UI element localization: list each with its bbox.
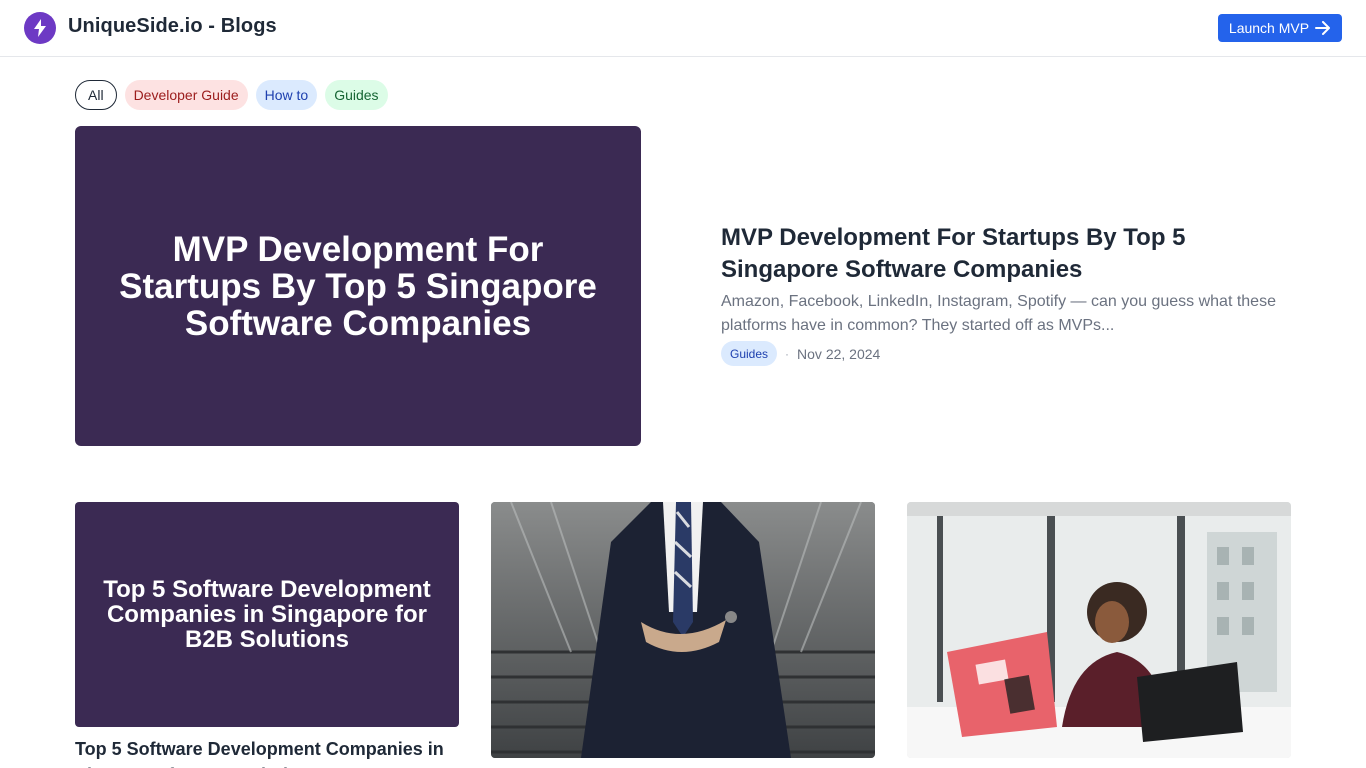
post-date: Nov 22, 2024 [797,345,881,362]
post-card-image-businessman[interactable] [491,502,875,758]
filter-guides[interactable]: Guides [325,80,388,110]
arrow-right-icon [1315,21,1331,35]
featured-post-image[interactable]: MVP Development For Startups By Top 5 Si… [75,126,641,446]
filter-how-to[interactable]: How to [255,80,318,110]
businessman-photo [491,502,875,758]
woman-laptop-photo [907,502,1291,758]
meta-separator: · [785,346,790,361]
featured-post-excerpt: Amazon, Facebook, LinkedIn, Instagram, S… [721,293,1276,334]
filter-all[interactable]: All [75,80,117,110]
category-filters: All Developer Guide How to Guides [75,80,388,110]
top-navbar: UniqueSide.io - Blogs Launch MVP [0,0,1366,57]
post-card-image[interactable]: Top 5 Software Development Companies in … [75,502,459,727]
site-title[interactable]: UniqueSide.io - Blogs [68,15,277,38]
lightning-logo-icon[interactable] [24,12,56,44]
featured-post-title[interactable]: MVP Development For Startups By Top 5 Si… [721,222,1281,286]
post-card-title[interactable]: Top 5 Software Development Companies in … [75,736,459,768]
launch-mvp-button[interactable]: Launch MVP [1218,14,1342,42]
featured-image-caption: MVP Development For Startups By Top 5 Si… [119,229,597,343]
post-card-image-laptop-woman[interactable] [907,502,1291,758]
post-tag[interactable]: Guides [721,341,778,366]
filter-developer-guide[interactable]: Developer Guide [124,80,248,110]
launch-mvp-label: Launch MVP [1228,20,1310,36]
post-card-image-caption: Top 5 Software Development Companies in … [103,576,431,653]
featured-post-meta: Guides · Nov 22, 2024 [721,341,880,366]
